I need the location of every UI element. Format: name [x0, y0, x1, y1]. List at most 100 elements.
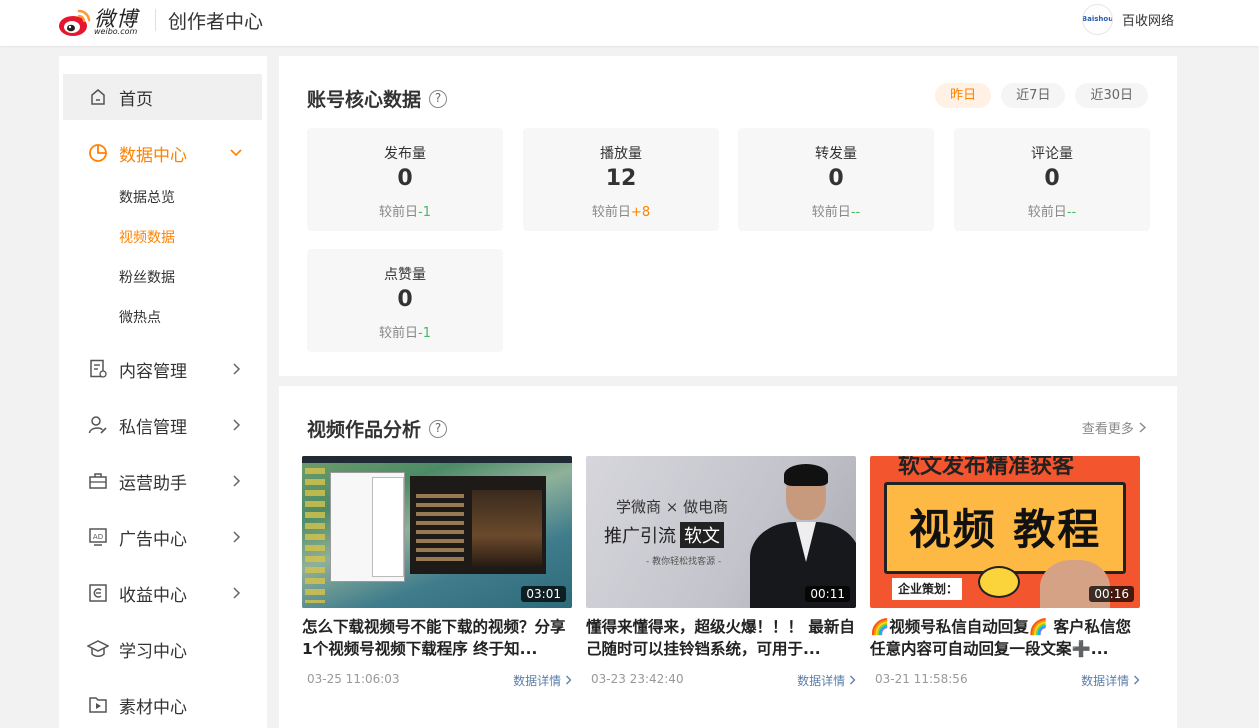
- stat-compare-label: 较前日: [379, 205, 419, 220]
- stat-compare: 较前日--: [738, 201, 934, 220]
- data-detail-label: 数据详情: [513, 674, 562, 688]
- chevron-right-icon: [1139, 422, 1147, 433]
- stat-label: 评论量: [1031, 146, 1073, 162]
- sidebar-subitem-hotspot[interactable]: 微热点: [119, 307, 161, 327]
- stat-label: 转发量: [815, 146, 857, 162]
- video-duration: 03:01: [521, 586, 566, 602]
- sidebar-item-learning[interactable]: 学习中心: [63, 626, 262, 672]
- video-meta: 03-23 23:42:40 数据详情: [586, 672, 856, 688]
- sidebar-item-label: 数据中心: [119, 145, 187, 166]
- thumb-caption: 推广引流 软文: [604, 522, 724, 548]
- data-detail-link[interactable]: 数据详情: [513, 672, 572, 689]
- music-player-window: [410, 476, 546, 574]
- stat-delta: -1: [418, 205, 431, 220]
- thumb-caption-text: 推广引流: [604, 526, 676, 547]
- chevron-right-icon[interactable]: [229, 418, 243, 432]
- core-data-title-text: 账号核心数据: [307, 89, 422, 111]
- avatar-text: Baishou: [1082, 15, 1113, 23]
- thumb-caption: 视频 教程: [908, 505, 1102, 554]
- stat-card-comments[interactable]: 评论量 0 较前日--: [954, 128, 1150, 231]
- stat-card-reposts[interactable]: 转发量 0 较前日--: [738, 128, 934, 231]
- stat-card-likes[interactable]: 点赞量 0 较前日-1: [307, 249, 503, 352]
- stat-compare-label: 较前日: [591, 205, 631, 220]
- sidebar-item-operations[interactable]: 运营助手: [63, 458, 262, 504]
- help-icon[interactable]: ?: [429, 419, 448, 438]
- sidebar-item-ads[interactable]: AD 广告中心: [63, 514, 262, 560]
- top-header: 微博 weibo.com 创作者中心 Baishou 百收网络: [0, 0, 1259, 46]
- tab-30-days[interactable]: 近30日: [1075, 83, 1148, 108]
- desktop-icons: [305, 468, 325, 603]
- thumb-caption: 软文发布精准获客: [898, 456, 1075, 479]
- user-name[interactable]: 百收网络: [1122, 10, 1174, 29]
- sidebar-item-data-center[interactable]: 数据中心: [63, 130, 262, 176]
- video-thumbnail[interactable]: 软文发布精准获客 视频 教程 企业策划： 00:16: [870, 456, 1140, 608]
- sidebar-item-label: 首页: [119, 89, 153, 110]
- view-more-label: 查看更多: [1081, 422, 1134, 437]
- help-icon[interactable]: ?: [429, 89, 448, 108]
- user-menu[interactable]: Baishou 百收网络: [1082, 3, 1174, 35]
- video-meta: 03-21 11:58:56 数据详情: [870, 672, 1140, 688]
- tab-7-days[interactable]: 近7日: [1001, 83, 1066, 108]
- weibo-logo[interactable]: 微博 weibo.com: [58, 3, 148, 39]
- stat-value: 12: [605, 166, 637, 191]
- stat-label: 点赞量: [384, 267, 426, 283]
- header-divider: [155, 9, 156, 31]
- video-duration: 00:16: [1089, 586, 1134, 602]
- chevron-right-icon[interactable]: [229, 474, 243, 488]
- video-date: 03-21 11:58:56: [875, 672, 968, 686]
- sidebar-item-label: 私信管理: [119, 417, 187, 438]
- video-thumbnail[interactable]: 学微商 × 做电商 推广引流 软文 - 教你轻松找客源 - 00:11: [586, 456, 856, 608]
- stat-value: 0: [1044, 166, 1060, 191]
- sidebar-item-content[interactable]: 内容管理: [63, 346, 262, 392]
- desktop-taskbar: [302, 456, 572, 463]
- sidebar-subitem-overview[interactable]: 数据总览: [119, 187, 175, 207]
- tab-yesterday[interactable]: 昨日: [935, 83, 992, 108]
- sidebar-item-label: 学习中心: [119, 641, 187, 662]
- sidebar-item-materials[interactable]: 素材中心: [63, 682, 262, 728]
- video-card: 03:01 怎么下载视频号不能下载的视频？分享1个视频号视频下载程序 终于知..…: [302, 456, 572, 688]
- video-duration: 00:11: [805, 586, 850, 602]
- sidebar-item-home[interactable]: 首页: [63, 74, 262, 120]
- sidebar-subitem-fans-data[interactable]: 粉丝数据: [119, 267, 175, 287]
- sidebar-subitem-video-data[interactable]: 视频数据: [119, 227, 175, 247]
- briefcase-icon: [87, 470, 109, 492]
- svg-text:AD: AD: [93, 533, 103, 541]
- stat-compare-label: 较前日: [379, 326, 419, 341]
- stat-card-plays[interactable]: 播放量 12 较前日+8: [523, 128, 719, 231]
- core-data-panel: 账号核心数据 ? 昨日 近7日 近30日 发布量 0 较前日-1 播放量 12 …: [279, 56, 1177, 376]
- thumb-caption: 企业策划：: [892, 578, 962, 600]
- video-analysis-panel: 视频作品分析 ? 查看更多 03:01 怎么下载视频号不能下载的视频？分享1个视…: [279, 386, 1177, 728]
- chevron-down-icon[interactable]: [229, 146, 243, 160]
- date-range-tabs: 昨日 近7日 近30日: [925, 83, 1148, 108]
- file-window: [372, 477, 404, 577]
- video-date: 03-23 23:42:40: [591, 672, 684, 686]
- stat-card-posts[interactable]: 发布量 0 较前日-1: [307, 128, 503, 231]
- stat-value: 0: [397, 287, 413, 312]
- planet-mascot-icon: [978, 566, 1020, 598]
- stat-compare-label: 较前日: [811, 205, 851, 220]
- chevron-right-icon[interactable]: [229, 362, 243, 376]
- stat-compare-label: 较前日: [1027, 205, 1067, 220]
- video-card: 学微商 × 做电商 推广引流 软文 - 教你轻松找客源 - 00:11 懂得来懂得…: [586, 456, 856, 688]
- thumb-caption-box: 软文: [680, 522, 724, 548]
- data-detail-label: 数据详情: [797, 674, 846, 688]
- stat-compare: 较前日-1: [307, 322, 503, 341]
- chevron-right-icon[interactable]: [229, 586, 243, 600]
- data-detail-label: 数据详情: [1081, 674, 1130, 688]
- sidebar-item-messages[interactable]: 私信管理: [63, 402, 262, 448]
- data-detail-link[interactable]: 数据详情: [1081, 672, 1140, 689]
- video-title[interactable]: 懂得来懂得来，超级火爆！！！ 最新自己随时可以挂铃铛系统，可用于...: [586, 616, 856, 660]
- sidebar: 首页 数据中心 数据总览 视频数据 粉丝数据 微热点 内容管理 私信管理 运营助…: [59, 56, 267, 728]
- stat-compare: 较前日--: [954, 201, 1150, 220]
- data-detail-link[interactable]: 数据详情: [797, 672, 856, 689]
- video-thumbnail[interactable]: 03:01: [302, 456, 572, 608]
- sidebar-item-income[interactable]: 收益中心: [63, 570, 262, 616]
- chevron-right-icon[interactable]: [229, 530, 243, 544]
- logo-url: weibo.com: [94, 27, 138, 36]
- avatar[interactable]: Baishou: [1082, 3, 1113, 35]
- video-title[interactable]: 🌈视频号私信自动回复🌈 客户私信您任意内容可自动回复一段文案➕...: [870, 616, 1140, 660]
- thumb-caption: 学微商 × 做电商: [616, 498, 729, 516]
- chevron-right-icon: [1134, 675, 1140, 685]
- view-more-link[interactable]: 查看更多: [1082, 418, 1147, 437]
- video-title[interactable]: 怎么下载视频号不能下载的视频？分享1个视频号视频下载程序 终于知...: [302, 616, 572, 660]
